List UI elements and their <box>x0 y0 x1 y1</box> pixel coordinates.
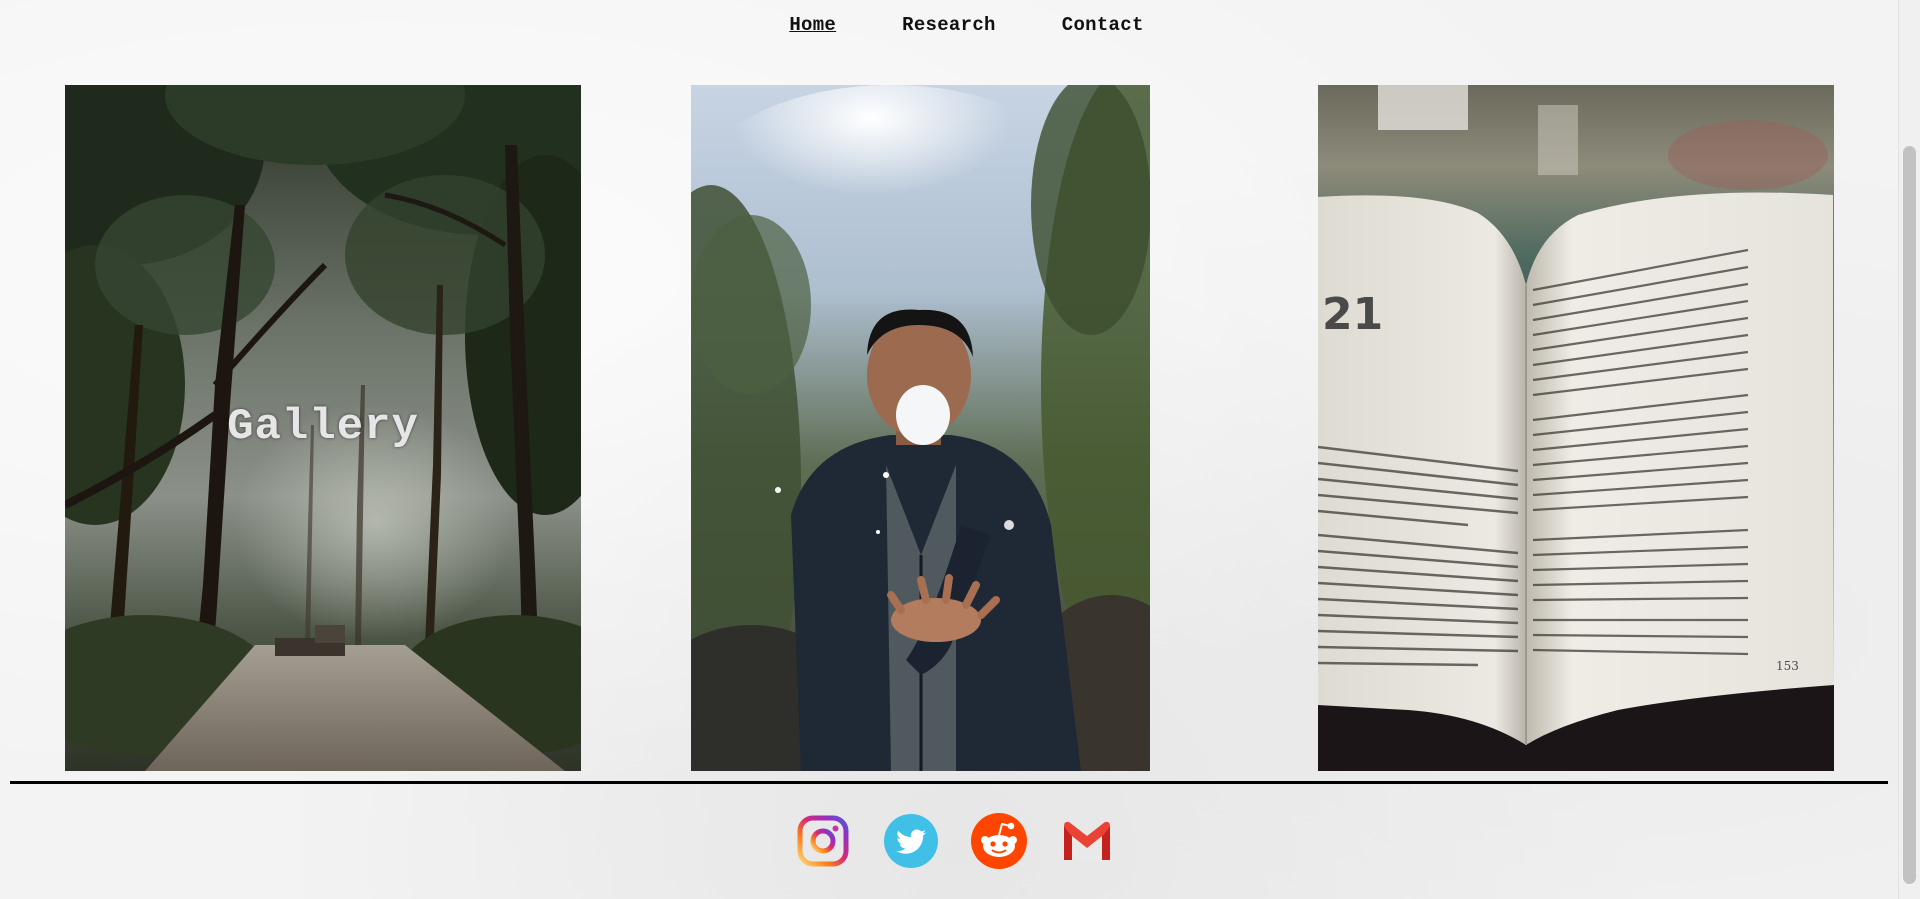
instagram-icon[interactable] <box>794 812 852 870</box>
nav-research-link[interactable]: Research <box>902 14 996 36</box>
gmail-icon[interactable] <box>1058 812 1116 870</box>
forest-photo: Gallery <box>65 85 581 771</box>
footer-divider <box>10 781 1888 784</box>
scrollbar-thumb[interactable] <box>1903 146 1916 884</box>
nav-home-link[interactable]: Home <box>789 14 836 36</box>
book-photo: 21 153 <box>1318 85 1834 771</box>
book-page-number-left: 21 <box>1322 289 1383 340</box>
main-nav: Home Research Contact <box>0 14 1898 36</box>
gallery-title: Gallery <box>227 402 419 452</box>
page-scrollbar[interactable] <box>1898 0 1920 899</box>
person-photo <box>691 85 1150 771</box>
nav-contact-link[interactable]: Contact <box>1062 14 1144 36</box>
twitter-icon[interactable] <box>882 812 940 870</box>
reddit-icon[interactable] <box>970 812 1028 870</box>
book-page-number-right: 153 <box>1776 659 1799 673</box>
social-links <box>794 812 1116 870</box>
